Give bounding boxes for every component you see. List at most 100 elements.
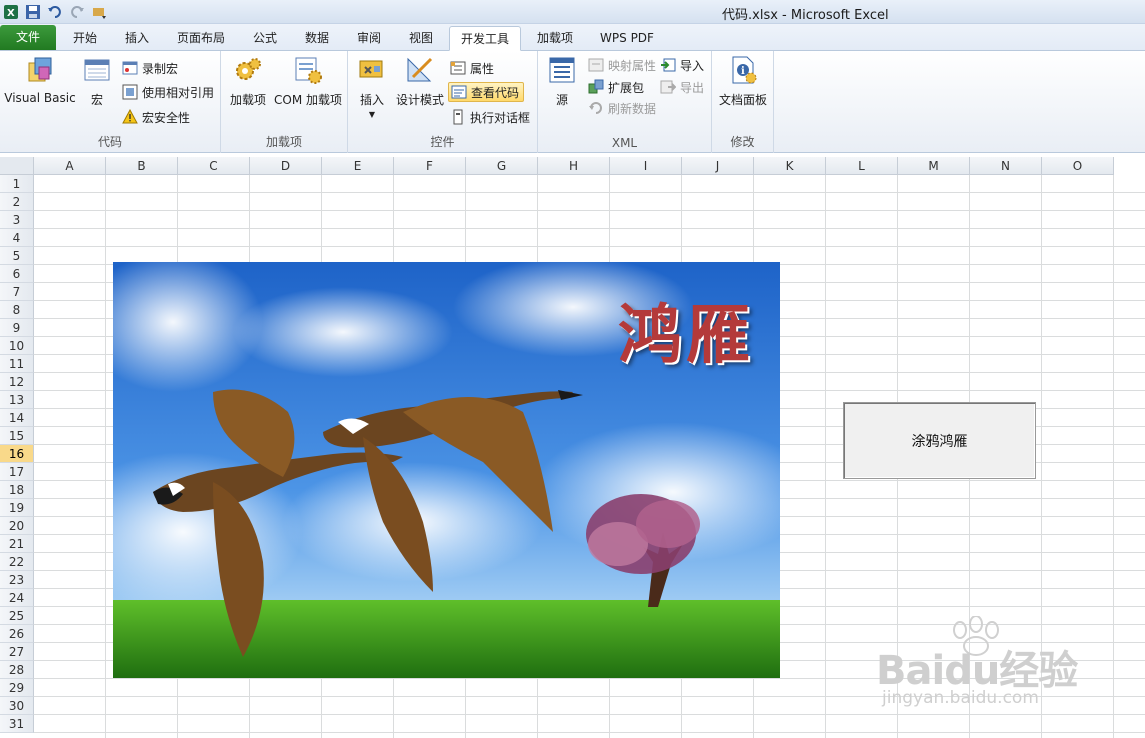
column-header[interactable]: N [970,157,1042,175]
row-header[interactable]: 4 [0,229,34,247]
row-header[interactable]: 2 [0,193,34,211]
insert-control-button[interactable]: 插入 ▼ [352,55,392,119]
tab-review[interactable]: 审阅 [344,26,394,51]
xml-import-button[interactable]: 导入 [660,55,704,75]
ribbon-tabs: 文件 开始 插入 页面布局 公式 数据 审阅 视图 开发工具 加载项 WPS P… [0,24,1145,51]
row-header[interactable]: 20 [0,517,34,535]
column-header[interactable]: E [322,157,394,175]
column-header[interactable]: D [250,157,322,175]
row-header[interactable]: 11 [0,355,34,373]
row-header[interactable]: 23 [0,571,34,589]
row-header[interactable]: 6 [0,265,34,283]
row-header[interactable]: 31 [0,715,34,733]
refresh-data-label: 刷新数据 [608,101,657,116]
tab-insert[interactable]: 插入 [112,26,162,51]
refresh-data-button[interactable]: 刷新数据 [588,98,656,118]
row-header[interactable]: 8 [0,301,34,319]
com-addins-button[interactable]: COM 加载项 [271,55,345,108]
tab-home[interactable]: 开始 [60,26,110,51]
column-header[interactable]: B [106,157,178,175]
select-all-corner[interactable] [0,157,34,175]
column-header[interactable]: O [1042,157,1114,175]
map-properties-label: 映射属性 [608,58,657,73]
row-header[interactable]: 17 [0,463,34,481]
row-header[interactable]: 28 [0,661,34,679]
row-header[interactable]: 25 [0,607,34,625]
row-header[interactable]: 12 [0,373,34,391]
xml-export-button[interactable]: 导出 [660,77,704,97]
group-controls-label: 控件 [430,135,455,149]
map-properties-button[interactable]: 映射属性 [588,55,656,75]
baidu-watermark: Baidu经验 jingyan.baidu.com [876,616,1086,718]
undo-icon[interactable] [46,3,64,21]
row-header[interactable]: 1 [0,175,34,193]
row-header[interactable]: 21 [0,535,34,553]
tab-page-layout[interactable]: 页面布局 [168,26,234,51]
geese-picture[interactable]: 鸿雁 [113,262,780,678]
row-header[interactable]: 10 [0,337,34,355]
xml-import-label: 导入 [680,58,705,73]
expansion-packs-button[interactable]: 扩展包 [588,77,644,97]
column-header[interactable]: G [466,157,538,175]
row-header[interactable]: 24 [0,589,34,607]
tab-developer[interactable]: 开发工具 [449,26,521,51]
column-header[interactable]: K [754,157,826,175]
visual-basic-button[interactable]: Visual Basic [4,55,76,105]
row-header[interactable]: 3 [0,211,34,229]
document-panel-button[interactable]: i 文档面板 [716,55,770,108]
column-header[interactable]: L [826,157,898,175]
row-header[interactable]: 22 [0,553,34,571]
relative-refs-button[interactable]: 使用相对引用 [122,82,214,102]
row-header[interactable]: 16 [0,445,34,463]
run-dialog-label: 执行对话框 [470,110,531,125]
properties-button[interactable]: 属性 [450,58,494,78]
row-header[interactable]: 9 [0,319,34,337]
group-code-label: 代码 [97,135,122,149]
design-mode-icon [407,57,433,82]
row-header[interactable]: 5 [0,247,34,265]
document-panel-label: 文档面板 [718,93,767,107]
tab-data[interactable]: 数据 [292,26,342,51]
row-header[interactable]: 26 [0,625,34,643]
document-panel-icon: i [732,56,757,84]
group-xml: 源 映射属性 扩展包 刷新数据 导入 导出 XML [538,51,712,153]
design-mode-button[interactable]: 设计模式 [394,55,446,108]
redo-icon[interactable] [68,3,86,21]
visual-basic-label: Visual Basic [4,91,76,105]
row-header[interactable]: 27 [0,643,34,661]
tab-wps-pdf[interactable]: WPS PDF [590,26,664,51]
watermark-url: jingyan.baidu.com [882,688,1039,708]
run-dialog-button[interactable]: 执行对话框 [450,107,530,127]
row-header[interactable]: 14 [0,409,34,427]
row-header[interactable]: 30 [0,697,34,715]
column-header[interactable]: H [538,157,610,175]
record-macro-button[interactable]: 录制宏 [122,58,178,78]
column-header[interactable]: F [394,157,466,175]
macro-security-button[interactable]: 宏安全性 [122,107,190,127]
view-code-button[interactable]: 查看代码 [448,82,525,102]
row-header[interactable]: 19 [0,499,34,517]
group-modify: i 文档面板 修改 [712,51,774,153]
tab-file[interactable]: 文件 [0,25,56,50]
row-header[interactable]: 29 [0,679,34,697]
addins-button[interactable]: 加载项 [225,55,271,108]
tab-addins[interactable]: 加载项 [528,26,582,51]
row-header[interactable]: 15 [0,427,34,445]
column-header[interactable]: I [610,157,682,175]
column-header[interactable]: J [682,157,754,175]
column-header[interactable]: M [898,157,970,175]
customize-icon[interactable] [90,3,108,21]
doodle-geese-button[interactable]: 涂鸦鸿雁 [843,402,1036,479]
row-header[interactable]: 7 [0,283,34,301]
macros-button[interactable]: 宏 [80,55,114,108]
tab-formulas[interactable]: 公式 [240,26,290,51]
group-addins-label: 加载项 [265,135,302,149]
column-header[interactable]: A [34,157,106,175]
excel-logo-icon[interactable]: X [2,3,20,21]
save-icon[interactable] [24,3,42,21]
xml-source-button[interactable]: 源 [544,55,580,108]
column-header[interactable]: C [178,157,250,175]
tab-view[interactable]: 视图 [396,26,446,51]
row-header[interactable]: 18 [0,481,34,499]
row-header[interactable]: 13 [0,391,34,409]
